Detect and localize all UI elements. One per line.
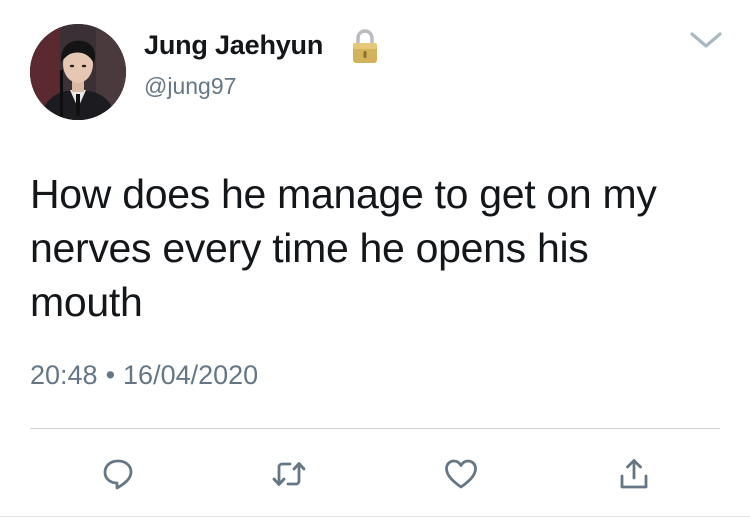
lock-icon xyxy=(353,29,377,63)
action-bar xyxy=(0,450,750,498)
tweet-date: 16/04/2020 xyxy=(123,360,259,390)
tweet-card: Jung Jaehyun @jung97 How does he manage … xyxy=(0,0,750,520)
reply-icon xyxy=(103,459,133,490)
share-icon xyxy=(620,459,648,489)
bottom-divider xyxy=(0,516,750,517)
retweet-button[interactable] xyxy=(265,450,313,498)
divider xyxy=(30,428,720,429)
tweet-time: 20:48 xyxy=(30,360,98,390)
avatar[interactable] xyxy=(30,24,126,120)
heart-icon xyxy=(445,459,477,489)
reply-button[interactable] xyxy=(94,450,142,498)
chevron-down-icon[interactable] xyxy=(688,28,724,52)
display-name[interactable]: Jung Jaehyun xyxy=(144,30,323,61)
user-handle[interactable]: @jung97 xyxy=(144,73,236,100)
tweet-timestamp[interactable]: 20:48 • 16/04/2020 xyxy=(30,360,258,391)
share-button[interactable] xyxy=(610,450,658,498)
like-button[interactable] xyxy=(437,450,485,498)
retweet-icon xyxy=(272,462,306,486)
meta-separator: • xyxy=(105,360,116,390)
tweet-text: How does he manage to get on my nerves e… xyxy=(30,171,657,325)
